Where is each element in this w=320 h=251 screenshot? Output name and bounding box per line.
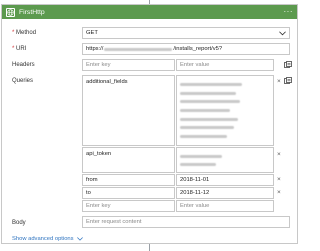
uri-label: * URI [12, 46, 27, 52]
uri-prefix: https:// [86, 46, 104, 52]
body-input[interactable]: Enter request content [82, 216, 290, 228]
method-dropdown[interactable]: GET [82, 27, 290, 39]
remove-row-icon[interactable]: × [277, 189, 281, 196]
header-value-input[interactable]: Enter value [176, 59, 274, 71]
uri-input[interactable]: https:// /installs_report/v5? [82, 43, 290, 55]
query-value-api-token[interactable] [176, 147, 274, 173]
switch-to-text-mode-icon[interactable] [284, 77, 292, 85]
remove-row-icon[interactable]: × [277, 176, 281, 183]
method-label: * Method [12, 30, 37, 36]
query-new-key-input[interactable]: Enter key [82, 200, 175, 212]
redacted-value [180, 100, 240, 104]
more-options-icon[interactable]: ··· [284, 8, 294, 16]
query-key-to[interactable]: to [82, 187, 175, 199]
query-value-from[interactable]: 2018-11-01 [176, 174, 274, 186]
chevron-down-icon [279, 30, 286, 36]
redacted-value [180, 154, 222, 158]
chevron-down-icon [76, 237, 83, 241]
globe-icon [6, 7, 15, 17]
method-value: GET [86, 30, 98, 36]
redacted-value [180, 162, 216, 166]
redacted-value [180, 91, 236, 95]
query-key-api-token[interactable]: api_token [82, 147, 175, 173]
header-key-input[interactable]: Enter key [82, 59, 175, 71]
queries-label: Queries [12, 78, 34, 84]
uri-suffix: /installs_report/v5? [173, 46, 223, 52]
flow-connector-bottom [149, 244, 150, 251]
redacted-value [180, 126, 234, 130]
redacted-value [180, 82, 242, 86]
query-value-to[interactable]: 2018-11-12 [176, 187, 274, 199]
card-header[interactable]: FirstHttp ··· [2, 5, 297, 19]
query-key-additional-fields[interactable]: additional_fields [82, 75, 175, 146]
show-advanced-options-link[interactable]: Show advanced options [12, 236, 83, 242]
http-action-card: FirstHttp ··· * Method GET * URI https:/… [1, 4, 298, 244]
redacted-value [180, 135, 227, 139]
redacted-value [180, 117, 238, 121]
headers-label: Headers [12, 62, 35, 68]
switch-to-text-mode-icon[interactable] [284, 61, 292, 69]
body-label: Body [12, 220, 26, 226]
action-title[interactable]: FirstHttp [19, 9, 45, 16]
redacted-value [180, 108, 230, 112]
query-value-additional-fields[interactable] [176, 75, 274, 146]
remove-row-icon[interactable]: × [277, 78, 281, 85]
remove-row-icon[interactable]: × [277, 151, 281, 158]
redacted-host [104, 47, 173, 51]
query-new-value-input[interactable]: Enter value [176, 200, 274, 212]
query-key-from[interactable]: from [82, 174, 175, 186]
